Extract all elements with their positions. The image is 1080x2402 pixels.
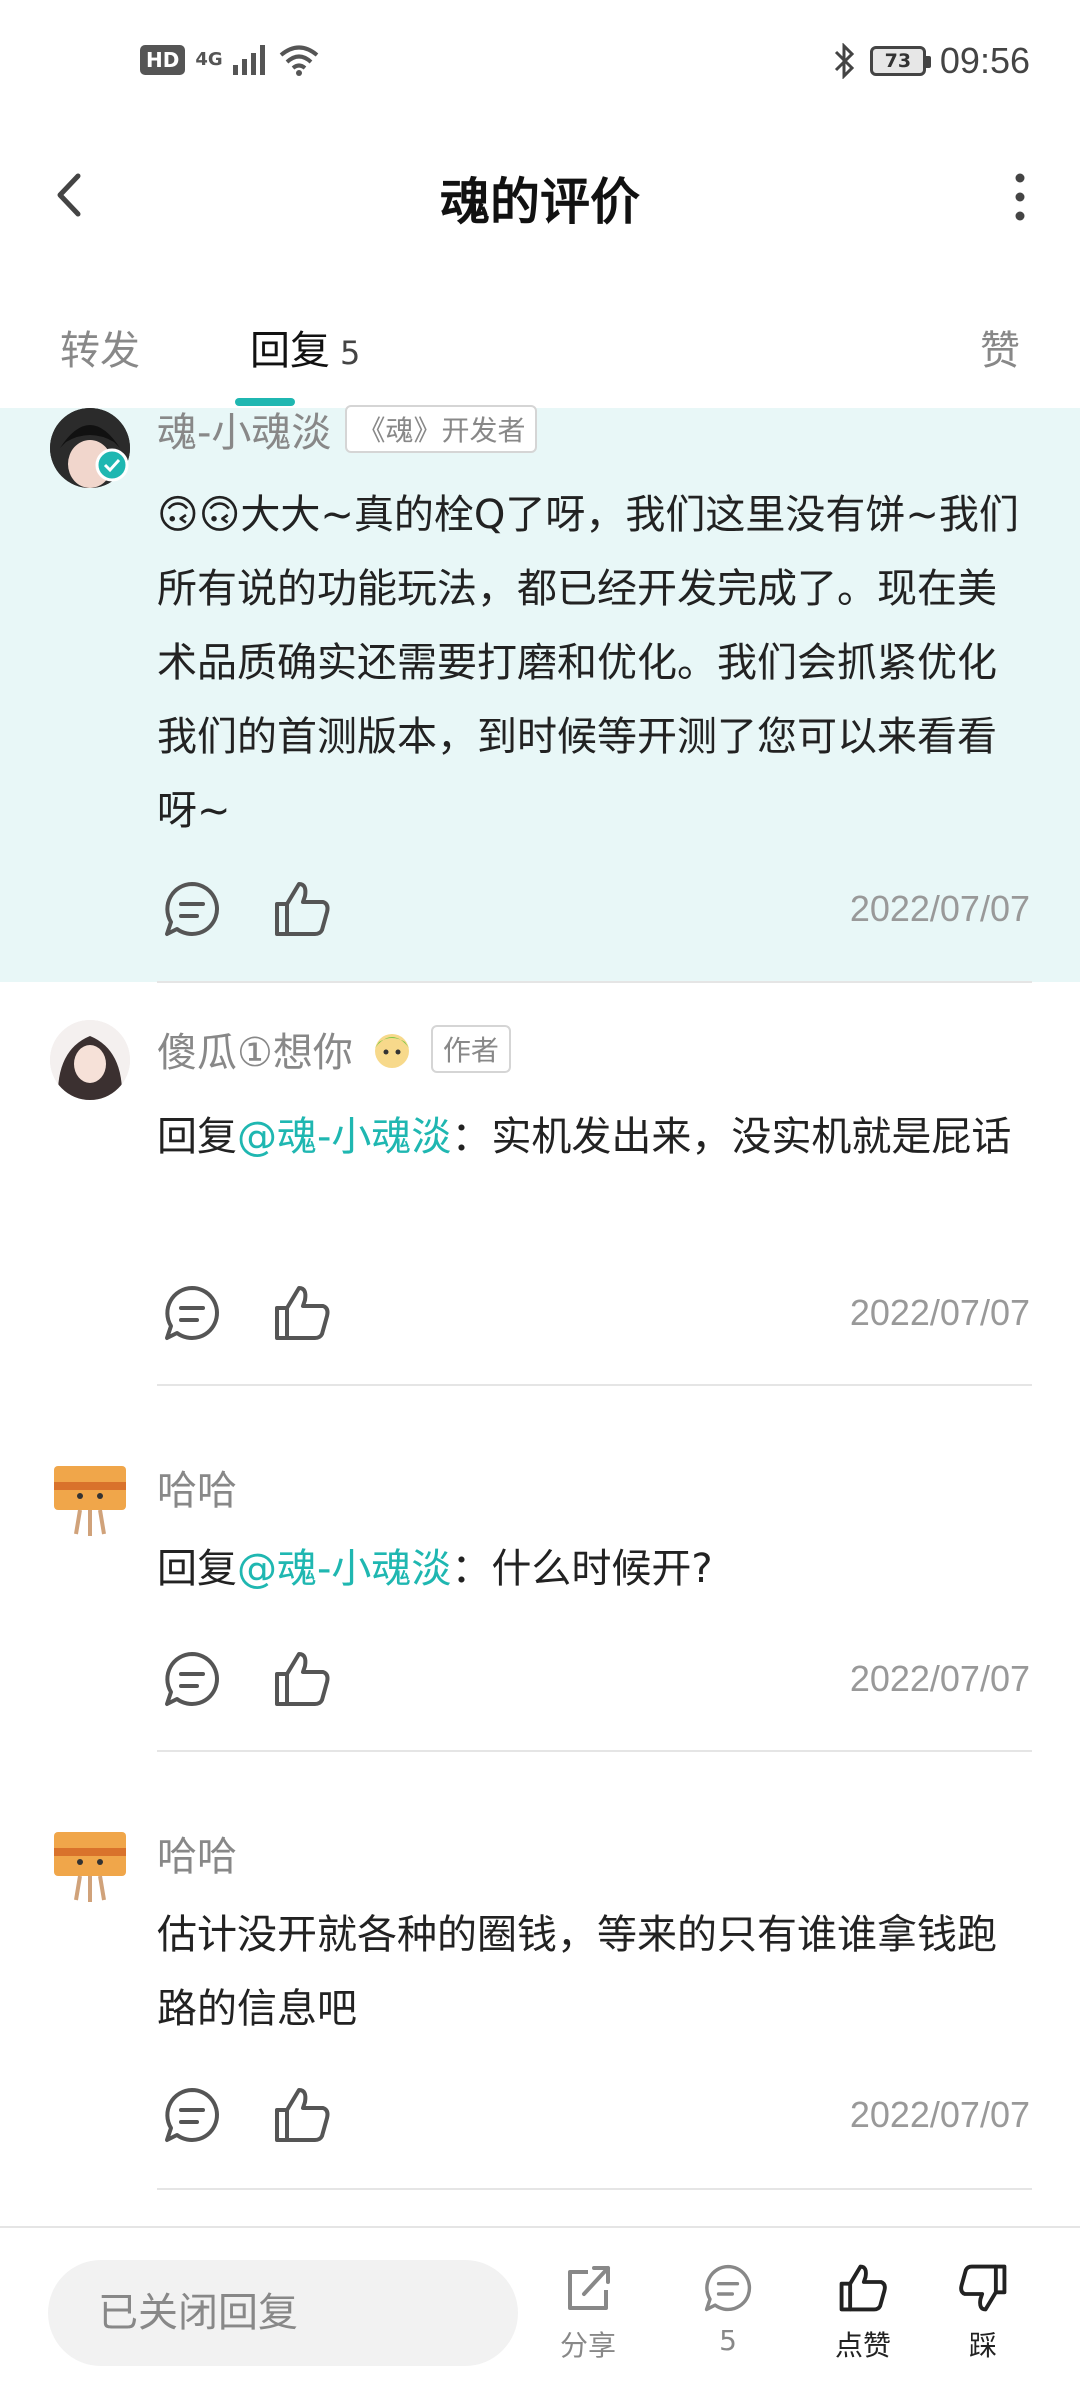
clock: 09:56 [939, 40, 1030, 81]
comment-actions: 2022/07/07 [157, 2080, 1030, 2150]
avatar-image [50, 1020, 130, 1100]
tab-forward[interactable]: 转发 [60, 318, 140, 376]
mention-link[interactable]: @魂-小魂淡 [237, 1114, 451, 1160]
comment-count: 5 [719, 2324, 737, 2357]
page-title: 魂的评价 [440, 173, 640, 231]
share-icon [568, 2266, 610, 2310]
comment-text: 回复@魂-小魂淡：实机发出来，没实机就是屁话 [157, 1100, 1027, 1174]
reply-prefix: 回复 [157, 1114, 237, 1160]
comment-icon[interactable] [157, 1644, 227, 1714]
more-icon [1015, 173, 1025, 221]
developer-badge: 《魂》开发者 [345, 405, 538, 453]
thumb-up-icon[interactable] [267, 1644, 337, 1714]
share-label: 分享 [559, 2329, 616, 2362]
dislike-label: 踩 [968, 2329, 997, 2362]
thumb-up-icon [839, 2264, 887, 2312]
reply-input-disabled: 已关闭回复 [48, 2260, 518, 2366]
share-button[interactable]: 分享 [528, 2258, 648, 2364]
thumb-up-icon[interactable] [267, 1278, 337, 1348]
reply-content: ：什么时候开? [451, 1546, 713, 1592]
bluetooth-icon [834, 43, 855, 79]
avatar-image [54, 1466, 126, 1536]
reply-content: ：实机发出来，没实机就是屁话 [451, 1114, 1012, 1160]
comment-actions: 2022/07/07 [157, 1278, 1030, 1348]
comment-date: 2022/07/07 [849, 1292, 1030, 1333]
like-button[interactable]: 点赞 [803, 2258, 923, 2364]
comment-icon[interactable] [157, 1278, 227, 1348]
verified-icon [95, 448, 129, 482]
divider [157, 1750, 1032, 1752]
author-row: 哈哈 [157, 1458, 237, 1516]
network-type: 4G [195, 49, 223, 70]
avatar-badge-icon [374, 1034, 409, 1068]
divider [157, 2188, 1032, 2190]
tab-like[interactable]: 赞 [980, 318, 1020, 376]
comment-list: 魂-小魂淡 《魂》开发者 🙃🙃大大~真的栓Q了呀，我们这里没有饼~我们所有说的功… [0, 405, 1080, 2190]
comment-actions: 2022/07/07 [157, 1644, 1030, 1714]
bottom-bar: 已关闭回复 分享 5 点赞 踩 [0, 2226, 1080, 2402]
avatar[interactable] [50, 1826, 130, 1906]
hd-icon: HD [140, 45, 186, 75]
tab-reply-label: 回复 [250, 328, 330, 374]
top-navigation: 魂的评价 [0, 130, 1080, 260]
comment-item: 魂-小魂淡 《魂》开发者 🙃🙃大大~真的栓Q了呀，我们这里没有饼~我们所有说的功… [0, 405, 1080, 982]
battery-icon: 73 [869, 46, 931, 76]
reply-prefix: 回复 [157, 1546, 237, 1592]
comment-count-button[interactable]: 5 [668, 2258, 788, 2357]
comment-text: 🙃🙃大大~真的栓Q了呀，我们这里没有饼~我们所有说的功能玩法，都已经开发完成了。… [157, 492, 1019, 834]
thumb-down-icon [959, 2264, 1007, 2312]
author-row: 哈哈 [157, 1824, 237, 1882]
mention-link[interactable]: @魂-小魂淡 [237, 1546, 451, 1592]
author-row: 傻瓜①想你 作者 [157, 1020, 511, 1078]
comment-actions: 2022/07/07 [157, 874, 1030, 944]
comment-date: 2022/07/07 [849, 888, 1030, 929]
status-bar: HD 4G 73 09:56 [0, 0, 1080, 130]
author-name[interactable]: 傻瓜①想你 [157, 1020, 353, 1078]
author-name[interactable]: 哈哈 [157, 1824, 237, 1882]
avatar-image [54, 1832, 126, 1902]
divider [157, 981, 1032, 983]
comment-date: 2022/07/07 [849, 1658, 1030, 1699]
avatar[interactable] [50, 1460, 130, 1540]
status-right: 73 09:56 [832, 40, 1030, 82]
author-badge: 作者 [430, 1025, 511, 1073]
comment-icon[interactable] [157, 2080, 227, 2150]
status-left: HD 4G [140, 44, 319, 76]
comment-icon [704, 2264, 752, 2312]
thumb-up-icon[interactable] [267, 874, 337, 944]
comment-text: 回复@魂-小魂淡：什么时候开? [157, 1532, 1027, 1606]
comment-date: 2022/07/07 [849, 2094, 1030, 2135]
dislike-button[interactable]: 踩 [923, 2258, 1043, 2364]
comment-text: 估计没开就各种的圈钱，等来的只有谁谁拿钱跑路的信息吧 [157, 1912, 997, 2032]
like-label: 点赞 [834, 2329, 891, 2362]
more-button[interactable] [990, 162, 1050, 232]
avatar[interactable] [50, 1020, 130, 1100]
thumb-up-icon[interactable] [267, 2080, 337, 2150]
tab-bar: 转发 回复 5 赞 [0, 290, 1080, 410]
author-name[interactable]: 哈哈 [157, 1458, 237, 1516]
signal-icon [232, 45, 265, 75]
tab-reply[interactable]: 回复 5 [250, 318, 360, 376]
author-name[interactable]: 魂-小魂淡 [157, 400, 331, 458]
divider [157, 1384, 1032, 1386]
tab-reply-count: 5 [340, 334, 361, 372]
comment-icon[interactable] [157, 874, 227, 944]
wifi-icon [279, 45, 318, 76]
author-row: 魂-小魂淡 《魂》开发者 [157, 400, 538, 458]
